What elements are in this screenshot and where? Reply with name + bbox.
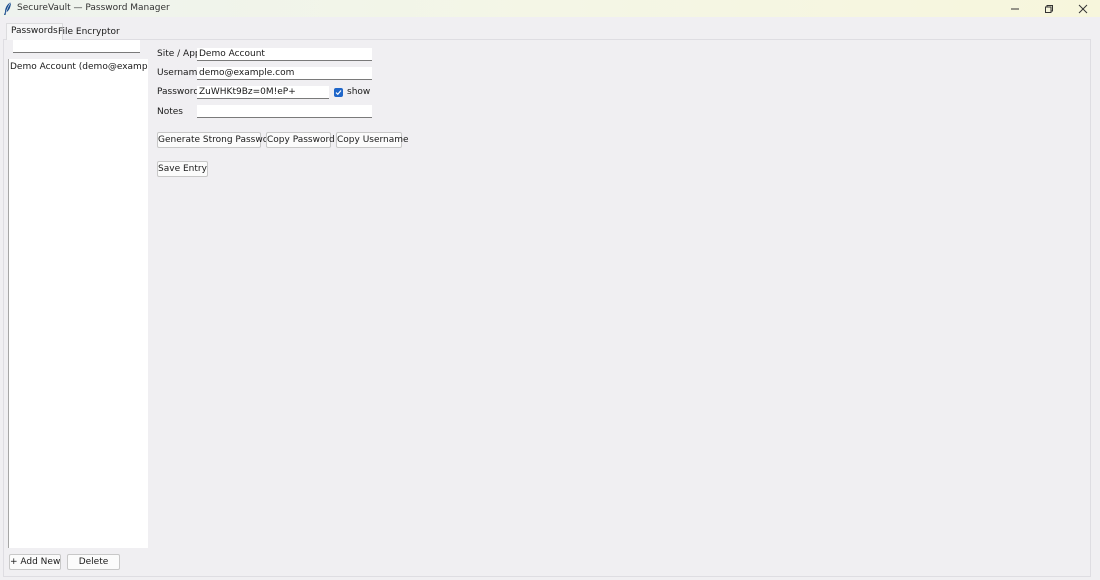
tab-panel-passwords bbox=[3, 39, 1091, 577]
username-field[interactable] bbox=[197, 67, 372, 80]
restore-icon bbox=[1045, 4, 1053, 13]
site-field[interactable] bbox=[197, 48, 372, 61]
minimize-icon bbox=[1011, 8, 1019, 9]
window-title: SecureVault — Password Manager bbox=[17, 3, 170, 13]
entry-list[interactable]: Demo Account (demo@example.co bbox=[8, 59, 148, 548]
password-field[interactable] bbox=[197, 86, 329, 99]
checkmark-icon bbox=[335, 90, 342, 96]
password-label: Password bbox=[157, 87, 200, 97]
add-new-button[interactable]: + Add New bbox=[9, 554, 61, 570]
close-icon bbox=[1078, 4, 1088, 13]
main-window: Passwords File Encryptor Demo Account (d… bbox=[0, 17, 1100, 580]
site-label: Site / App bbox=[157, 49, 201, 59]
tab-file-encryptor[interactable]: File Encryptor bbox=[54, 25, 124, 39]
generate-password-button[interactable]: Generate Strong Password bbox=[157, 132, 277, 148]
feather-icon bbox=[4, 2, 12, 15]
minimize-button[interactable] bbox=[998, 0, 1032, 17]
show-password-checkbox[interactable] bbox=[334, 88, 343, 97]
notes-field[interactable] bbox=[197, 105, 372, 118]
copy-username-button[interactable]: Copy Username bbox=[336, 132, 409, 148]
save-entry-button[interactable]: Save Entry bbox=[157, 161, 208, 177]
restore-button[interactable] bbox=[1032, 0, 1066, 17]
copy-password-button[interactable]: Copy Password bbox=[266, 132, 335, 148]
list-item[interactable]: Demo Account (demo@example.co bbox=[10, 62, 148, 72]
close-button[interactable] bbox=[1066, 0, 1100, 17]
notes-label: Notes bbox=[157, 107, 183, 117]
username-label: Username bbox=[157, 68, 203, 78]
show-password-label[interactable]: show bbox=[347, 87, 370, 97]
search-input[interactable] bbox=[13, 40, 140, 53]
delete-button[interactable]: Delete bbox=[67, 554, 120, 570]
title-bar: SecureVault — Password Manager bbox=[0, 0, 1100, 17]
